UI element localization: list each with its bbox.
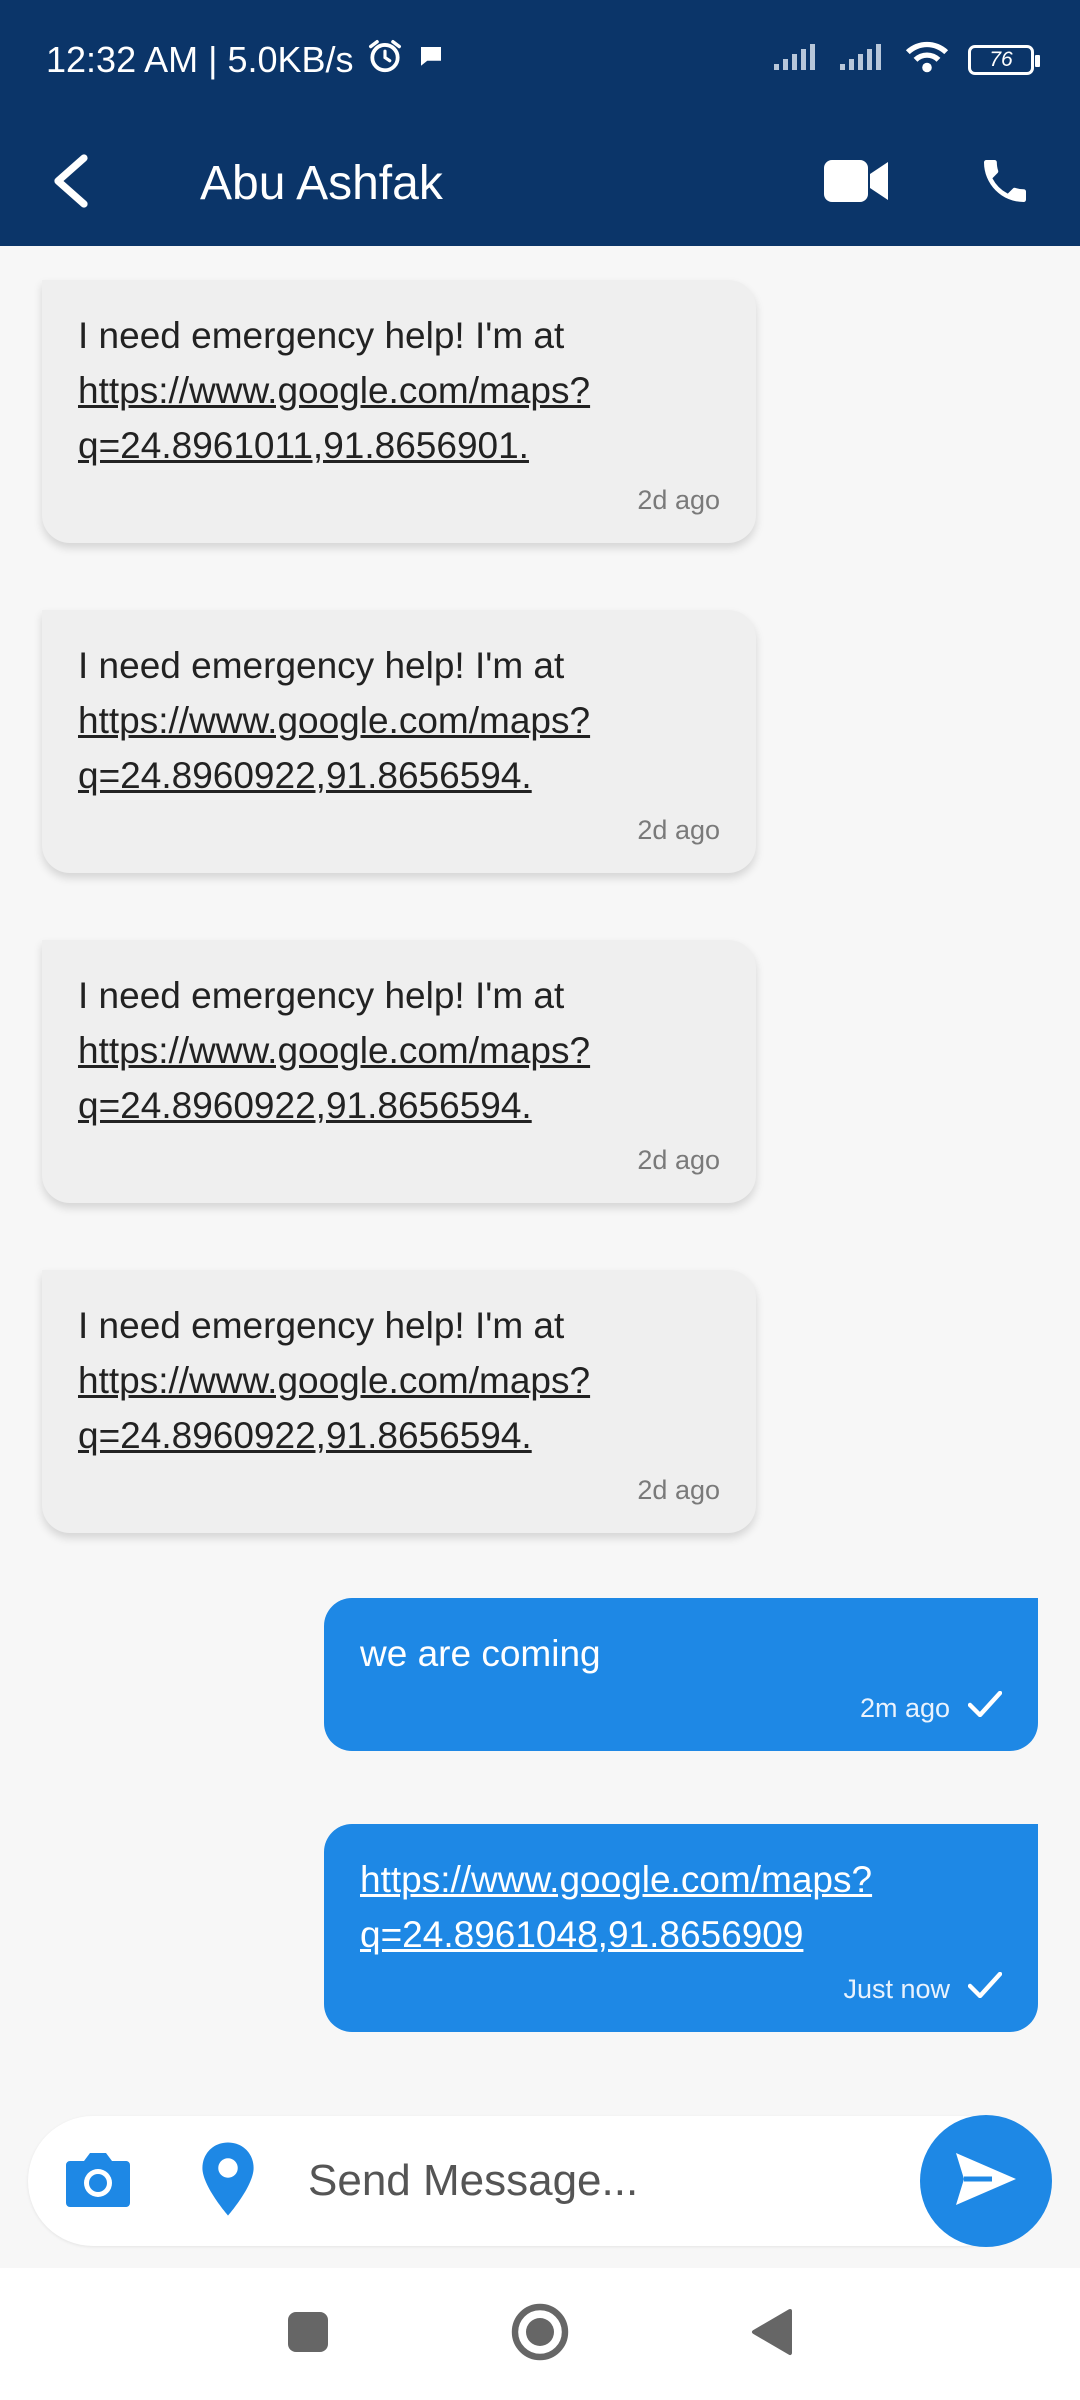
message-meta: Just now — [360, 1971, 1003, 2006]
message-meta: 2d ago — [78, 813, 720, 847]
phone-call-icon — [977, 153, 1033, 214]
chat-screen: 12:32 AM | 5.0KB/s 76 Abu Ashfak I need … — [0, 0, 1080, 2400]
status-bar: 12:32 AM | 5.0KB/s 76 — [0, 0, 1080, 120]
outgoing-message: https://www.google.com/maps?q=24.8961048… — [324, 1824, 1038, 2032]
send-icon — [954, 2151, 1018, 2212]
message-time: 2d ago — [637, 1475, 720, 1505]
chat-notification-icon — [416, 39, 446, 81]
message-text: I need emergency help! I'm at https://ww… — [78, 638, 720, 803]
phone-call-button[interactable] — [970, 148, 1040, 218]
top-bar: 12:32 AM | 5.0KB/s 76 Abu Ashfak — [0, 0, 1080, 246]
message-time: 2d ago — [637, 485, 720, 515]
message-prefix: I need emergency help! I'm at — [78, 1305, 565, 1346]
map-link[interactable]: https://www.google.com/maps?q=24.8960922… — [78, 700, 590, 796]
message-meta: 2d ago — [78, 1143, 720, 1177]
location-pin-icon — [198, 2140, 258, 2223]
message-time: Just now — [843, 1974, 950, 2004]
back-arrow-icon — [48, 153, 92, 213]
message-meta: 2d ago — [78, 483, 720, 517]
contact-name: Abu Ashfak — [200, 156, 443, 210]
send-button[interactable] — [920, 2115, 1052, 2247]
video-call-button[interactable] — [822, 148, 892, 218]
signal-icon — [772, 39, 820, 81]
signal-icon-2 — [838, 39, 886, 81]
system-navigation-bar — [0, 2268, 1080, 2400]
outgoing-message: we are coming 2m ago — [324, 1598, 1038, 1751]
incoming-message: I need emergency help! I'm at https://ww… — [42, 610, 756, 873]
message-meta: 2m ago — [360, 1690, 1003, 1725]
wifi-icon — [904, 38, 950, 83]
message-time: 2d ago — [637, 815, 720, 845]
message-text: I need emergency help! I'm at https://ww… — [78, 308, 720, 473]
message-text: we are coming — [360, 1633, 601, 1674]
battery-indicator: 76 — [968, 45, 1040, 75]
message-text: I need emergency help! I'm at https://ww… — [78, 1298, 720, 1463]
incoming-message: I need emergency help! I'm at https://ww… — [42, 280, 756, 543]
system-back-button[interactable] — [750, 2307, 794, 2362]
back-triangle-icon — [750, 2308, 794, 2361]
status-left: 12:32 AM | 5.0KB/s — [46, 37, 446, 84]
app-bar: Abu Ashfak — [0, 120, 1080, 246]
camera-button[interactable] — [58, 2141, 138, 2221]
status-right: 76 — [772, 38, 1040, 83]
back-button[interactable] — [40, 153, 100, 213]
incoming-message: I need emergency help! I'm at https://ww… — [42, 940, 756, 1203]
message-meta: 2d ago — [78, 1473, 720, 1507]
app-bar-actions — [822, 148, 1040, 218]
location-button[interactable] — [188, 2141, 268, 2221]
sent-check-icon — [967, 1690, 1003, 1725]
map-link[interactable]: https://www.google.com/maps?q=24.8960922… — [78, 1360, 590, 1456]
home-circle-icon — [510, 2303, 570, 2366]
video-call-icon — [824, 158, 890, 209]
map-link[interactable]: https://www.google.com/maps?q=24.8960922… — [78, 1030, 590, 1126]
message-list[interactable]: I need emergency help! I'm at https://ww… — [0, 246, 1080, 2100]
message-time: 2d ago — [637, 1145, 720, 1175]
home-button[interactable] — [510, 2302, 570, 2367]
message-prefix: I need emergency help! I'm at — [78, 315, 565, 356]
alarm-icon — [366, 37, 404, 84]
message-time: 2m ago — [859, 1693, 950, 1723]
recents-button[interactable] — [286, 2310, 330, 2359]
map-link[interactable]: https://www.google.com/maps?q=24.8961048… — [360, 1859, 872, 1955]
message-prefix: I need emergency help! I'm at — [78, 975, 565, 1016]
status-time-speed: 12:32 AM | 5.0KB/s — [46, 39, 354, 80]
incoming-message: I need emergency help! I'm at https://ww… — [42, 1270, 756, 1533]
message-composer — [28, 2116, 1028, 2246]
message-prefix: I need emergency help! I'm at — [78, 645, 565, 686]
sent-check-icon — [967, 1971, 1003, 2006]
map-link[interactable]: https://www.google.com/maps?q=24.8961011… — [78, 370, 590, 466]
recents-square-icon — [286, 2311, 330, 2358]
camera-icon — [62, 2147, 134, 2216]
message-input[interactable] — [308, 2156, 868, 2206]
message-text: I need emergency help! I'm at https://ww… — [78, 968, 720, 1133]
message-text: https://www.google.com/maps?q=24.8961048… — [360, 1852, 1002, 1962]
